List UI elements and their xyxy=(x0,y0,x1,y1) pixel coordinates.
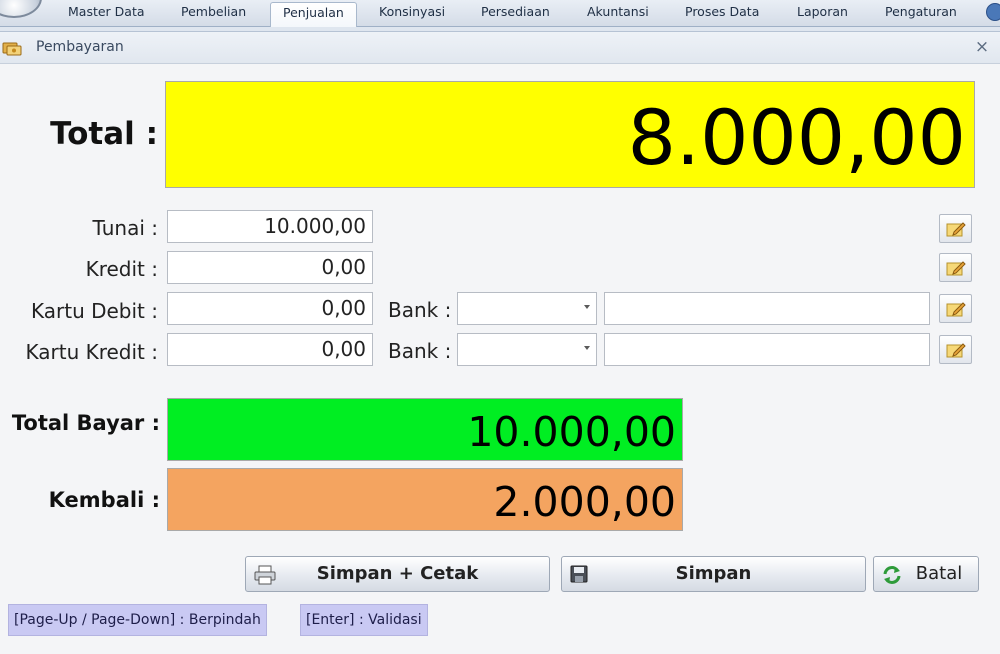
kredit-edit-button[interactable] xyxy=(939,253,972,282)
menu-persediaan[interactable]: Persediaan xyxy=(469,2,562,27)
note-edit-icon xyxy=(946,302,966,317)
tunai-input[interactable]: 10.000,00 xyxy=(167,210,373,243)
menu-proses-data[interactable]: Proses Data xyxy=(673,2,771,27)
note-edit-icon xyxy=(946,261,966,276)
kartu-debit-note-input[interactable] xyxy=(604,292,930,325)
kartu-debit-edit-button[interactable] xyxy=(939,294,972,323)
total-label: Total : xyxy=(50,116,158,152)
dropdown-arrow-icon xyxy=(584,305,590,309)
kartu-kredit-edit-button[interactable] xyxy=(939,335,972,364)
kartu-debit-bank-select[interactable] xyxy=(457,292,597,325)
refresh-icon xyxy=(882,565,902,590)
kartu-kredit-label: Kartu Kredit : xyxy=(25,340,158,364)
kartu-debit-label: Kartu Debit : xyxy=(30,299,158,323)
kartu-debit-bank-label: Bank : xyxy=(388,298,452,322)
menu-pengaturan[interactable]: Pengaturan xyxy=(873,2,969,27)
main-menu-bar: Master Data Pembelian Penjualan Konsinya… xyxy=(0,0,1000,27)
simpan-label: Simpan xyxy=(675,563,752,584)
simpan-cetak-label: Simpan + Cetak xyxy=(316,563,479,584)
hint-validate: [Enter] : Validasi xyxy=(300,604,428,636)
menu-laporan[interactable]: Laporan xyxy=(785,2,860,27)
total-amount: 8.000,00 xyxy=(165,81,975,188)
simpan-cetak-button[interactable]: Simpan + Cetak xyxy=(245,556,550,592)
kartu-debit-input[interactable]: 0,00 xyxy=(167,292,373,325)
dropdown-arrow-icon xyxy=(584,346,590,350)
kembali-amount: 2.000,00 xyxy=(167,468,683,531)
batal-label: Batal xyxy=(915,563,963,584)
hint-navigate: [Page-Up / Page-Down] : Berpindah xyxy=(8,604,267,636)
dialog-titlebar: Pembayaran × xyxy=(0,32,1000,64)
help-icon[interactable] xyxy=(986,3,1000,21)
simpan-button[interactable]: Simpan xyxy=(561,556,866,592)
kartu-kredit-input[interactable]: 0,00 xyxy=(167,333,373,366)
menu-penjualan[interactable]: Penjualan xyxy=(270,2,357,27)
menu-master-data[interactable]: Master Data xyxy=(56,2,157,27)
kartu-kredit-bank-select[interactable] xyxy=(457,333,597,366)
note-edit-icon xyxy=(946,343,966,358)
kredit-input[interactable]: 0,00 xyxy=(167,251,373,284)
kartu-kredit-note-input[interactable] xyxy=(604,333,930,366)
app-menu-orb[interactable] xyxy=(0,0,42,18)
total-bayar-label: Total Bayar : xyxy=(11,411,160,435)
menu-pembelian[interactable]: Pembelian xyxy=(169,2,258,27)
total-bayar-amount: 10.000,00 xyxy=(167,398,683,461)
kembali-label: Kembali : xyxy=(48,488,160,512)
payment-window-icon xyxy=(2,40,22,56)
tunai-label: Tunai : xyxy=(92,216,158,240)
close-button[interactable]: × xyxy=(973,36,991,58)
dialog-title: Pembayaran xyxy=(36,39,124,55)
menu-akuntansi[interactable]: Akuntansi xyxy=(575,2,661,27)
kredit-label: Kredit : xyxy=(85,257,158,281)
tunai-edit-button[interactable] xyxy=(939,214,972,243)
batal-button[interactable]: Batal xyxy=(873,556,979,592)
kartu-kredit-bank-label: Bank : xyxy=(388,339,452,363)
menu-konsinyasi[interactable]: Konsinyasi xyxy=(367,2,457,27)
note-edit-icon xyxy=(946,222,966,237)
